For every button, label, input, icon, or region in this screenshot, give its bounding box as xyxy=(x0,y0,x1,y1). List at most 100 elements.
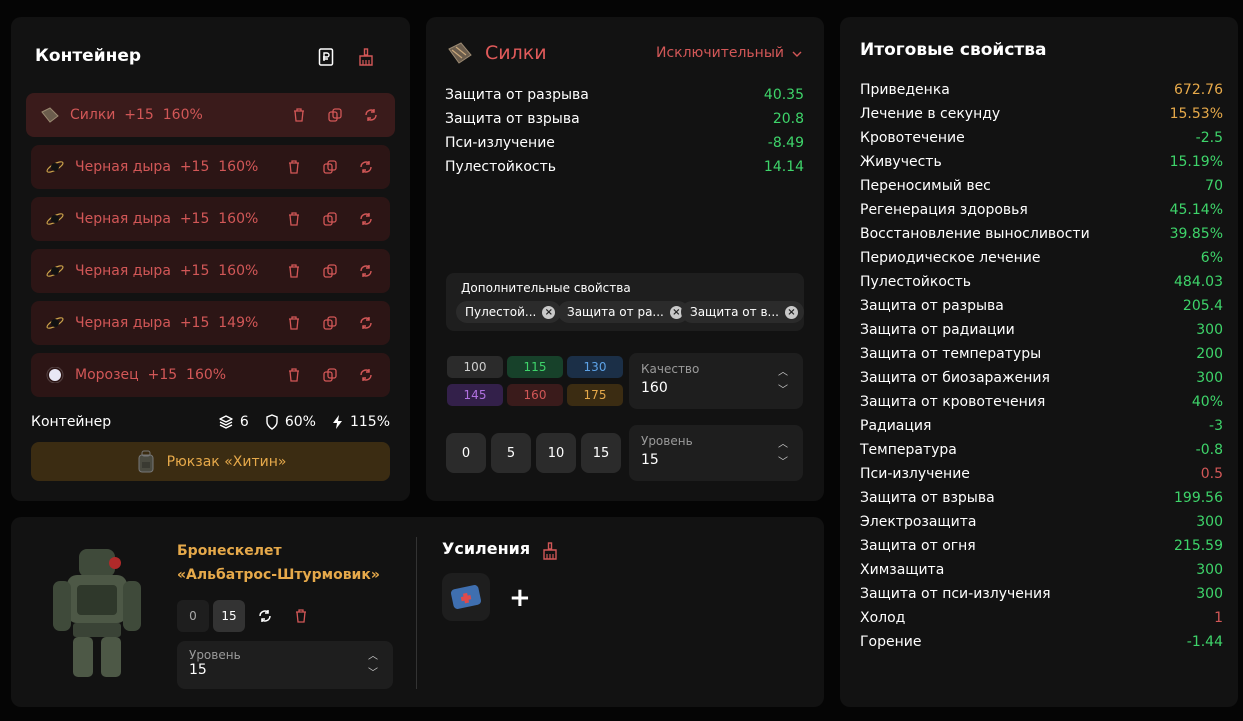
broom-icon[interactable] xyxy=(356,47,376,67)
total-label: Кровотечение xyxy=(860,130,965,146)
trash-icon[interactable] xyxy=(286,315,302,331)
quality-preset-button[interactable]: 145 xyxy=(447,384,503,406)
container-footer-label: Контейнер xyxy=(31,414,112,430)
copy-icon[interactable] xyxy=(322,211,338,227)
chevron-down-icon[interactable]: ﹀ xyxy=(778,453,788,468)
container-artifact-row[interactable]: Черная дыра +15 160% xyxy=(31,249,390,293)
artifact-prop-row: Пулестойкость 14.14 xyxy=(445,159,804,175)
total-label: Защита от температуры xyxy=(860,346,1042,362)
artifact-row-level: +15 xyxy=(179,211,210,227)
swap-icon[interactable] xyxy=(358,263,374,279)
level-preset-button[interactable]: 0 xyxy=(446,433,486,473)
armor-panel: Бронескелет «Альбатрос-Штурмовик» 0 15 У… xyxy=(11,517,824,707)
artifact-row-name: Черная дыра xyxy=(75,263,171,279)
copy-icon[interactable] xyxy=(322,367,338,383)
artifact-title: Силки xyxy=(485,42,547,64)
container-artifact-row[interactable]: Морозец +15 160% xyxy=(31,353,390,397)
total-value: 484.03 xyxy=(1174,274,1223,290)
armor-name: Бронескелет «Альбатрос-Штурмовик» xyxy=(177,539,380,587)
total-label: Пулестойкость xyxy=(860,274,972,290)
container-artifact-row[interactable]: Черная дыра +15 160% xyxy=(31,197,390,241)
property-chip[interactable]: Защита от ра... × xyxy=(558,301,689,323)
total-row: Защита от огня 215.59 xyxy=(860,538,1223,554)
copy-icon[interactable] xyxy=(322,315,338,331)
broom-icon[interactable] xyxy=(540,541,560,561)
copy-icon[interactable] xyxy=(322,159,338,175)
prop-label: Защита от взрыва xyxy=(445,111,580,127)
total-row: Лечение в секунду 15.53% xyxy=(860,106,1223,122)
armor-level-max-button[interactable]: 15 xyxy=(213,600,245,632)
quality-preset-button[interactable]: 130 xyxy=(567,356,623,378)
prop-value: 40.35 xyxy=(763,87,804,103)
quality-preset-button[interactable]: 100 xyxy=(447,356,503,378)
rarity-dropdown[interactable]: Исключительный xyxy=(656,45,802,61)
total-row: Защита от биозаражения 300 xyxy=(860,370,1223,386)
total-value: 300 xyxy=(1196,562,1223,578)
total-row: Защита от взрыва 199.56 xyxy=(860,490,1223,506)
totals-title: Итоговые свойства xyxy=(860,40,1047,60)
swap-icon[interactable] xyxy=(358,211,374,227)
artifact-panel: Силки Исключительный Защита от разрыва 40… xyxy=(426,17,824,501)
extra-properties: Дополнительные свойства Пулестой... × Защи… xyxy=(446,273,804,331)
morozets-icon xyxy=(45,366,65,384)
level-preset-button[interactable]: 5 xyxy=(491,433,531,473)
armor-name-line1: Бронескелет xyxy=(177,543,282,559)
artifact-row-level: +15 xyxy=(179,263,210,279)
level-preset-button[interactable]: 10 xyxy=(536,433,576,473)
quality-preset-button[interactable]: 175 xyxy=(567,384,623,406)
trash-icon[interactable] xyxy=(286,263,302,279)
total-value: 215.59 xyxy=(1174,538,1223,554)
artifact-row-label: Морозец +15 160% xyxy=(75,367,286,383)
swap-icon[interactable] xyxy=(358,315,374,331)
artifact-row-label: Черная дыра +15 160% xyxy=(75,159,286,175)
property-chip[interactable]: Пулестой... × xyxy=(456,301,562,323)
trash-icon[interactable] xyxy=(286,367,302,383)
trash-icon[interactable] xyxy=(291,107,307,123)
total-value: -0.8 xyxy=(1195,442,1223,458)
level-preset-button[interactable]: 15 xyxy=(581,433,621,473)
copy-icon[interactable] xyxy=(322,263,338,279)
quality-select[interactable]: Качество 160 ︿ ﹀ xyxy=(629,353,803,409)
artifact-row-name: Силки xyxy=(70,107,116,123)
total-label: Химзащита xyxy=(860,562,945,578)
artifact-row-level: +15 xyxy=(147,367,178,383)
trash-icon[interactable] xyxy=(286,211,302,227)
chevron-up-icon[interactable]: ︿ xyxy=(778,435,788,450)
chevron-down-icon[interactable]: ﹀ xyxy=(778,381,788,396)
copy-icon[interactable] xyxy=(327,107,343,123)
container-artifact-row[interactable]: Черная дыра +15 149% xyxy=(31,301,390,345)
swap-icon[interactable] xyxy=(358,159,374,175)
close-icon[interactable]: × xyxy=(542,305,556,319)
medkit-boost-slot[interactable] xyxy=(442,573,490,621)
chip-label: Пулестой... xyxy=(465,305,537,319)
total-row: Восстановление выносливости 39.85% xyxy=(860,226,1223,242)
prop-value: -8.49 xyxy=(767,135,804,151)
container-artifact-row[interactable]: Силки +15 160% xyxy=(26,93,395,137)
property-chip[interactable]: Защита от в... × xyxy=(681,301,804,323)
swap-icon[interactable] xyxy=(363,107,379,123)
total-value: 672.76 xyxy=(1174,82,1223,98)
swap-icon[interactable] xyxy=(358,367,374,383)
backpack-button[interactable]: Рюкзак «Хитин» xyxy=(31,442,390,481)
ruble-doc-icon[interactable] xyxy=(316,47,336,67)
level-select[interactable]: Уровень 15 ︿ ﹀ xyxy=(629,425,803,481)
chevron-down-icon xyxy=(792,45,802,61)
quality-preset-button[interactable]: 160 xyxy=(507,384,563,406)
close-icon[interactable]: × xyxy=(784,305,798,319)
container-artifact-row[interactable]: Черная дыра +15 160% xyxy=(31,145,390,189)
chevron-up-icon[interactable]: ︿ xyxy=(778,363,788,378)
add-boost-button[interactable]: + xyxy=(509,583,531,613)
armor-image xyxy=(53,549,141,677)
trash-icon[interactable] xyxy=(285,600,317,632)
quality-preset-button[interactable]: 115 xyxy=(507,356,563,378)
artifact-row-label: Черная дыра +15 160% xyxy=(75,263,286,279)
armor-level-select[interactable]: Уровень 15 ︿ ﹀ xyxy=(177,641,393,689)
total-row: Приведенка 672.76 xyxy=(860,82,1223,98)
chevron-up-icon[interactable]: ︿ xyxy=(368,647,378,662)
chevron-down-icon[interactable]: ﹀ xyxy=(368,664,378,679)
total-value: 300 xyxy=(1196,586,1223,602)
trash-icon[interactable] xyxy=(286,159,302,175)
swap-icon[interactable] xyxy=(249,600,281,632)
armor-level-min-button[interactable]: 0 xyxy=(177,600,209,632)
total-label: Защита от радиации xyxy=(860,322,1015,338)
